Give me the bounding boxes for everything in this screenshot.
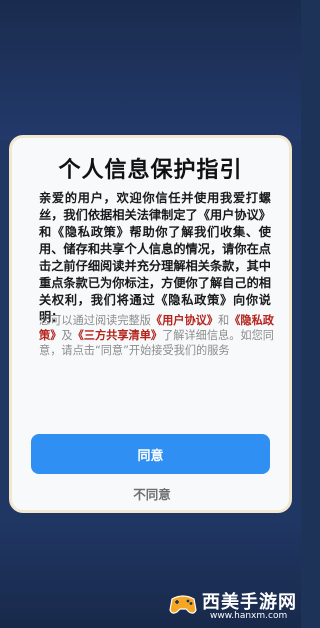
secondary-prefix: 您可以通过阅读完整版: [39, 314, 151, 327]
dialog-body-text: 亲爱的用户，欢迎你信任并使用我爱打螺丝，我们依据相关法律制定了《用户协议》和《隐…: [39, 191, 271, 324]
disagree-button[interactable]: 不同意: [102, 484, 202, 504]
dialog-title: 个人信息保护指引: [58, 158, 243, 183]
privacy-dialog: 个人信息保护指引 亲爱的用户，欢迎你信任并使用我爱打螺丝，我们依据相关法律制定了…: [9, 135, 292, 513]
user-agreement-link[interactable]: 《用户协议》: [151, 314, 218, 327]
agree-button[interactable]: 同意: [31, 434, 270, 474]
gamepad-logo-icon: [169, 595, 197, 614]
agree-button-label: 同意: [137, 448, 164, 464]
secondary-and2: 及: [61, 329, 73, 342]
sharing-list-link[interactable]: 《三方共享清单》: [73, 329, 163, 342]
secondary-and: 和: [218, 314, 230, 327]
background-top: [0, 0, 301, 140]
site-watermark: 西美手游网 www.hanxm.com: [168, 584, 298, 624]
dialog-secondary-text: 您可以通过阅读完整版《用户协议》和《隐私政策》及《三方共享清单》了解详细信息。如…: [39, 313, 275, 358]
watermark-url: www.hanxm.com: [210, 611, 288, 621]
